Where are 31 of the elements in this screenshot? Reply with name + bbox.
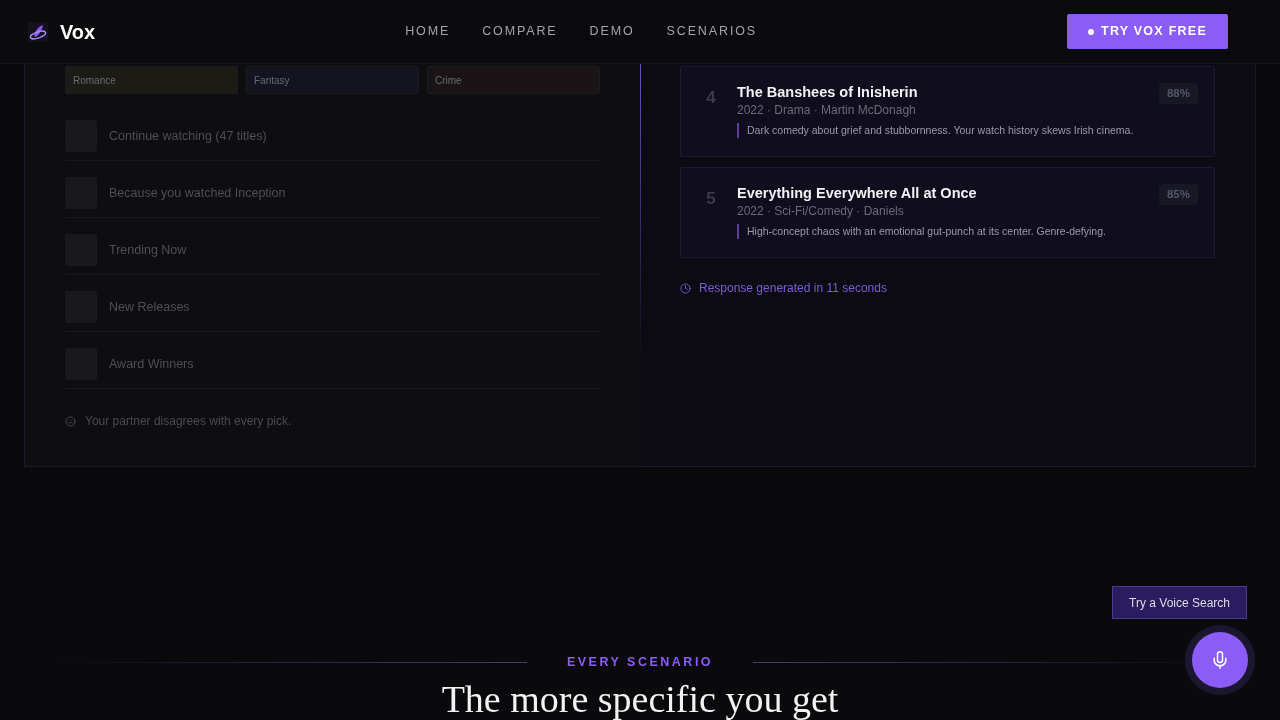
row-label: Award Winners — [109, 355, 194, 373]
genre-tile: Romance — [65, 66, 238, 94]
row-label: Trending Now — [109, 241, 187, 259]
genre-tile: Fantasy — [246, 66, 419, 94]
result-title: Everything Everywhere All at Once — [737, 184, 978, 202]
nav-link[interactable]: HOME — [405, 22, 451, 41]
row-label: New Releases — [109, 298, 190, 316]
section-heading: The more specific you get — [440, 679, 840, 718]
response-time: Response generated in 11 seconds — [699, 280, 887, 297]
microphone-icon — [1210, 650, 1230, 670]
match-badge: 88% — [1158, 83, 1198, 105]
section-eyebrow: EVERY SCENARIO — [566, 654, 714, 671]
nav-link[interactable]: SCENARIOS — [666, 22, 758, 41]
frown-icon — [65, 415, 76, 427]
row-label: Because you watched Inception — [109, 184, 286, 202]
row-label: Continue watching (47 titles) — [109, 127, 267, 145]
nav-link[interactable]: DEMO — [589, 22, 635, 41]
genre-tile: Crime — [427, 66, 600, 94]
result-reason: High-concept chaos with an emotional gut-punch at its center. Genre-defying. — [737, 224, 1141, 239]
nav-link[interactable]: COMPARE — [482, 22, 558, 41]
try-free-button[interactable]: TRY VOX FREE — [1067, 14, 1228, 49]
logo-icon — [28, 21, 48, 42]
result-title: The Banshees of Inisherin — [737, 83, 919, 101]
match-badge: 85% — [1158, 184, 1198, 206]
clock-icon — [680, 282, 691, 294]
voice-tooltip: Try a Voice Search — [1112, 586, 1247, 619]
result-meta: 2022 · Sci-Fi/Comedy · Daniels — [737, 203, 905, 220]
note-text: Your partner disagrees with every pick. — [85, 413, 292, 430]
result-reason: Dark comedy about grief and stubbornness. Your watch history skews Irish cinema. — [737, 123, 1141, 138]
result-meta: 2022 · Drama · Martin McDonagh — [737, 102, 917, 119]
brand-name: Vox — [60, 19, 96, 45]
